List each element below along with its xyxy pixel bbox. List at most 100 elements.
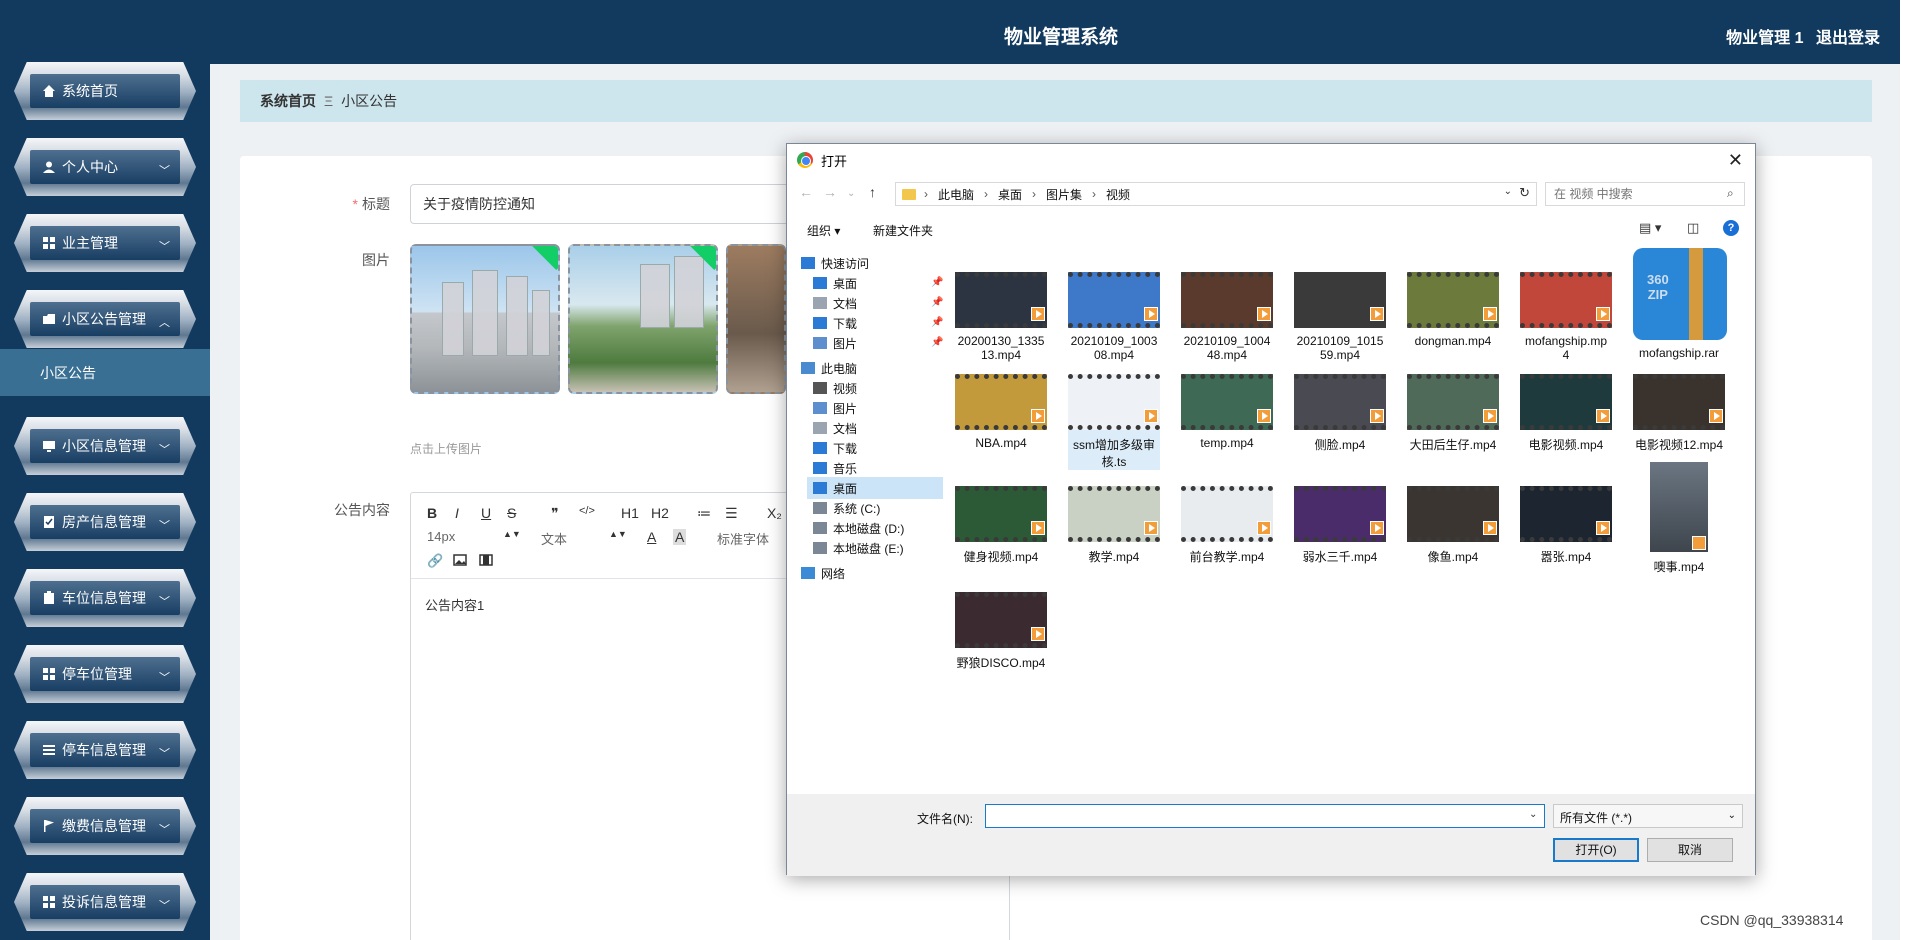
- sidebar-item[interactable]: 缴费信息管理 ﹀: [14, 797, 196, 855]
- file-item[interactable]: 电影视频.mp4: [1520, 374, 1612, 453]
- subscript-button[interactable]: X₂: [767, 505, 782, 521]
- up-arrow-icon[interactable]: ↑: [869, 184, 876, 200]
- image-thumbnail-2[interactable]: [568, 244, 718, 394]
- path-crumb[interactable]: 图片集: [1046, 186, 1082, 203]
- h1-button[interactable]: H1: [621, 505, 639, 521]
- sidebar-item[interactable]: 停车位管理 ﹀: [14, 645, 196, 703]
- file-item[interactable]: 20210109_1003 08.mp4: [1068, 272, 1160, 362]
- file-item[interactable]: ssm增加多级审 核.ts: [1068, 374, 1160, 470]
- refresh-icon[interactable]: ↻: [1519, 185, 1530, 201]
- address-bar[interactable]: › 此电脑 › 桌面 › 图片集 › 视频 ⌄ ↻: [895, 182, 1537, 206]
- file-item[interactable]: 健身视频.mp4: [955, 486, 1047, 565]
- image-thumbnail-1[interactable]: [410, 244, 560, 394]
- chevron-down-icon[interactable]: ⌄: [1504, 186, 1512, 197]
- tree-item[interactable]: 桌面: [807, 477, 943, 499]
- file-item[interactable]: 大田后生仔.mp4: [1407, 374, 1499, 453]
- sidebar-item[interactable]: 投诉信息管理 ﹀: [14, 873, 196, 931]
- text-style-select[interactable]: 文本: [541, 529, 567, 548]
- tree-item[interactable]: 图片: [807, 332, 943, 354]
- file-item[interactable]: 像鱼.mp4: [1407, 486, 1499, 565]
- tree-item[interactable]: 本地磁盘 (D:): [807, 517, 943, 539]
- file-item[interactable]: 噢事.mp4: [1633, 462, 1725, 575]
- bullet-list-button[interactable]: ☰: [725, 505, 738, 522]
- strike-button[interactable]: S: [507, 505, 516, 521]
- background-color-button[interactable]: A: [673, 529, 687, 545]
- file-item[interactable]: 前台教学.mp4: [1181, 486, 1273, 565]
- font-color-button[interactable]: A: [647, 529, 656, 545]
- file-item[interactable]: 电影视频12.mp4: [1633, 374, 1725, 453]
- tree-item[interactable]: 下载: [807, 312, 943, 334]
- filetype-select[interactable]: 所有文件 (*.*) ⌄: [1553, 804, 1743, 828]
- forward-arrow-icon[interactable]: →: [823, 184, 837, 200]
- organize-button[interactable]: 组织 ▾: [807, 222, 840, 239]
- search-input[interactable]: [1545, 182, 1745, 206]
- filename-input[interactable]: [985, 804, 1545, 828]
- sidebar-item[interactable]: 小区公告管理 ︿: [14, 290, 196, 348]
- open-button[interactable]: 打开(O): [1553, 838, 1639, 862]
- file-item[interactable]: 野狼DISCO.mp4: [955, 592, 1047, 671]
- sidebar-item[interactable]: 业主管理 ﹀: [14, 214, 196, 272]
- sidebar-item[interactable]: 系统首页: [14, 62, 196, 120]
- recent-dropdown-icon[interactable]: ⌄: [847, 188, 855, 199]
- file-item[interactable]: temp.mp4: [1181, 374, 1273, 450]
- tree-item[interactable]: 此电脑: [795, 357, 943, 379]
- path-crumb[interactable]: 视频: [1106, 186, 1130, 203]
- font-family-select[interactable]: 标准字体: [717, 529, 769, 548]
- h2-button[interactable]: H2: [651, 505, 669, 521]
- video-icon[interactable]: [479, 553, 493, 569]
- italic-button[interactable]: I: [455, 505, 459, 521]
- tree-item[interactable]: 下载: [807, 437, 943, 459]
- chevron-down-icon[interactable]: ⌄: [1529, 809, 1537, 820]
- tree-item[interactable]: 本地磁盘 (E:): [807, 537, 943, 559]
- tree-item[interactable]: 快速访问: [795, 252, 943, 274]
- file-item[interactable]: 教学.mp4: [1068, 486, 1160, 565]
- path-crumb[interactable]: 此电脑: [938, 186, 974, 203]
- file-item[interactable]: NBA.mp4: [955, 374, 1047, 450]
- back-arrow-icon[interactable]: ←: [799, 184, 813, 200]
- file-item[interactable]: 20210109_1004 48.mp4: [1181, 272, 1273, 362]
- file-item[interactable]: 弱水三千.mp4: [1294, 486, 1386, 565]
- tree-item[interactable]: 文档: [807, 292, 943, 314]
- file-item[interactable]: 嚣张.mp4: [1520, 486, 1612, 565]
- help-icon-wrap[interactable]: ?: [1723, 220, 1739, 236]
- tree-item[interactable]: 音乐: [807, 457, 943, 479]
- sidebar-subitem-active[interactable]: 小区公告: [0, 349, 210, 396]
- new-folder-button[interactable]: 新建文件夹: [873, 222, 933, 239]
- sidebar-item[interactable]: 房产信息管理 ﹀: [14, 493, 196, 551]
- sidebar-item[interactable]: 停车信息管理 ﹀: [14, 721, 196, 779]
- breadcrumb-home[interactable]: 系统首页: [260, 91, 316, 111]
- logout-link[interactable]: 退出登录: [1816, 30, 1880, 47]
- tree-item[interactable]: 视频: [807, 377, 943, 399]
- file-item[interactable]: 20200130_1335 13.mp4: [955, 272, 1047, 362]
- cancel-button[interactable]: 取消: [1647, 838, 1733, 862]
- file-item[interactable]: 侧脸.mp4: [1294, 374, 1386, 453]
- tree-item[interactable]: 文档: [807, 417, 943, 439]
- blockquote-button[interactable]: ❞: [551, 505, 559, 522]
- upload-hint[interactable]: 点击上传图片: [410, 440, 482, 457]
- username[interactable]: 物业管理 1: [1726, 30, 1803, 47]
- search-icon[interactable]: ⌕: [1727, 186, 1734, 201]
- file-item[interactable]: dongman.mp4: [1407, 272, 1499, 348]
- code-button[interactable]: </>: [579, 505, 595, 517]
- file-item[interactable]: 20210109_1015 59.mp4: [1294, 272, 1386, 362]
- image-icon[interactable]: [453, 553, 467, 569]
- file-item[interactable]: 360 ZIP mofangship.rar: [1633, 248, 1727, 360]
- bold-button[interactable]: B: [427, 505, 437, 521]
- link-icon[interactable]: 🔗: [427, 553, 443, 569]
- tree-item[interactable]: 图片: [807, 397, 943, 419]
- tree-item[interactable]: 网络: [795, 562, 943, 584]
- image-thumbnail-3[interactable]: [726, 244, 786, 394]
- file-item[interactable]: mofangship.mp 4: [1520, 272, 1612, 362]
- sidebar-item[interactable]: 小区信息管理 ﹀: [14, 417, 196, 475]
- tree-item[interactable]: 桌面: [807, 272, 943, 294]
- sidebar-item[interactable]: 个人中心 ﹀: [14, 138, 196, 196]
- path-crumb[interactable]: 桌面: [998, 186, 1022, 203]
- tree-item[interactable]: 系统 (C:): [807, 497, 943, 519]
- sidebar-item[interactable]: 车位信息管理 ﹀: [14, 569, 196, 627]
- underline-button[interactable]: U: [481, 505, 491, 521]
- ordered-list-button[interactable]: ≔: [697, 505, 711, 522]
- close-icon[interactable]: ✕: [1728, 150, 1743, 171]
- view-options-icon[interactable]: ▤ ▾: [1639, 220, 1661, 236]
- preview-pane-icon[interactable]: ◫: [1687, 220, 1699, 236]
- font-size-select[interactable]: 14px: [427, 529, 455, 544]
